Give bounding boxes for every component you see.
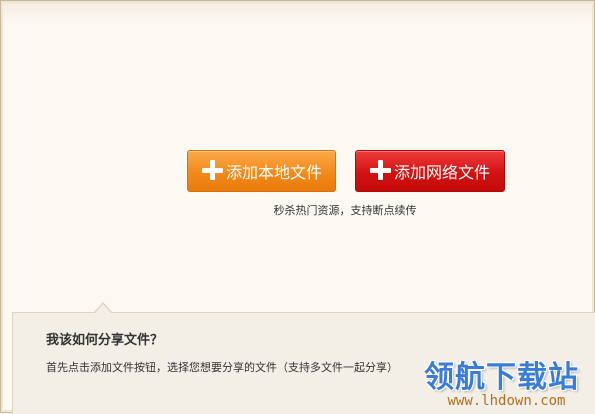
faq-text: 首先点击添加文件按钮，选择您想要分享的文件（支持多文件一起分享）	[46, 361, 398, 374]
add-network-file-button[interactable]: 添加网络文件	[355, 150, 505, 192]
site-watermark: 领航下载站 www.lhdown.com	[418, 352, 595, 413]
plus-icon	[202, 160, 224, 182]
add-network-file-label: 添加网络文件	[394, 163, 491, 182]
add-local-file-label: 添加本地文件	[226, 163, 323, 182]
feature-hint: 秒杀热门资源，支持断点续传	[273, 204, 417, 217]
faq-pointer-fill	[95, 304, 111, 313]
watermark-url: www.lhdown.com	[447, 393, 566, 409]
plus-icon	[370, 160, 392, 182]
watermark-logo: 领航下载站	[424, 360, 579, 395]
add-local-file-button[interactable]: 添加本地文件	[187, 150, 336, 192]
faq-title: 我该如何分享文件？	[46, 333, 164, 348]
